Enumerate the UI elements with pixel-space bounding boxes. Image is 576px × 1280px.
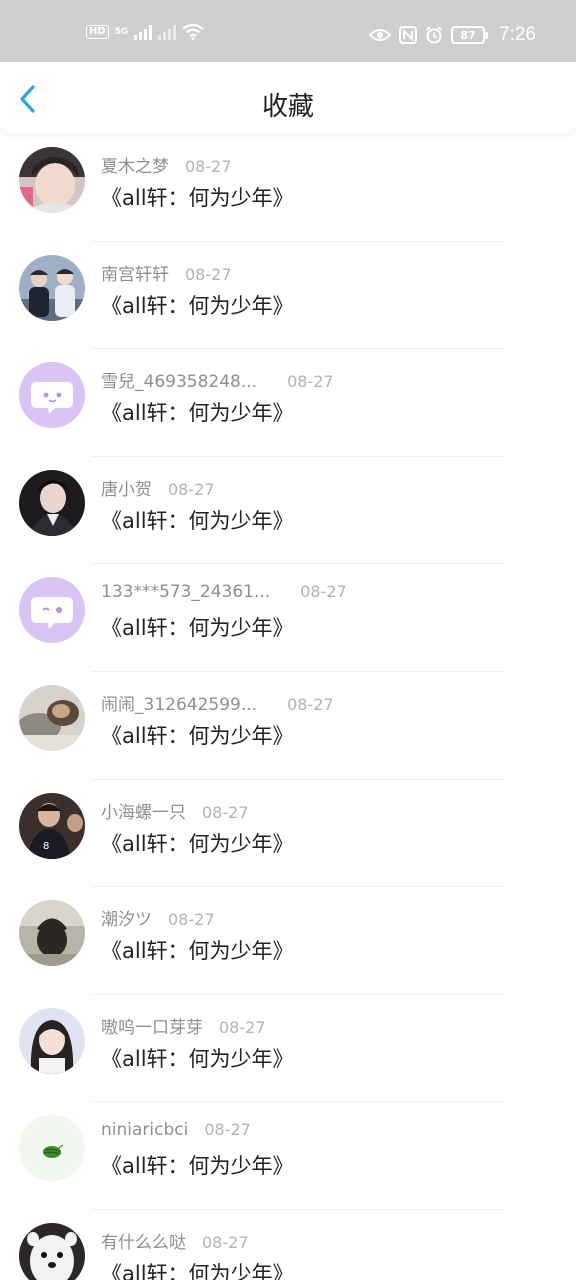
network-type: 5G xyxy=(114,27,129,37)
avatar[interactable] xyxy=(19,1222,85,1280)
status-right: 87 7:26 xyxy=(369,24,536,46)
avatar[interactable] xyxy=(19,900,85,967)
work-title[interactable]: 《all轩：何为少年》 xyxy=(101,1043,294,1073)
item-date: 08-27 xyxy=(202,802,249,822)
item-date: 08-27 xyxy=(185,157,232,176)
work-title[interactable]: 《all轩：何为少年》 xyxy=(101,1258,294,1280)
list-item[interactable]: 唐小贺 08-27 《all轩：何为少年》 xyxy=(0,457,576,565)
item-meta: 雪兒_469358248... 08-27 xyxy=(101,367,334,392)
user-name[interactable]: 嗷呜一口芽芽 xyxy=(101,1013,203,1038)
status-bar: HD 5G 87 7:26 xyxy=(0,0,576,62)
avatar[interactable] xyxy=(19,362,85,429)
item-meta: 夏木之梦 08-27 xyxy=(101,152,232,177)
item-meta: 小海螺一只 08-27 xyxy=(101,798,249,823)
user-name[interactable]: 有什么么哒 xyxy=(101,1228,186,1253)
avatar[interactable] xyxy=(19,684,85,751)
avatar[interactable] xyxy=(19,577,85,644)
work-title[interactable]: 《all轩：何为少年》 xyxy=(101,505,294,535)
item-date: 08-27 xyxy=(300,582,347,602)
default-avatar-icon xyxy=(19,362,85,429)
user-name[interactable]: 闹闹_312642599... xyxy=(101,690,257,715)
clock: 7:26 xyxy=(499,24,536,45)
watermelon-icon xyxy=(19,1115,85,1182)
item-meta: 闹闹_312642599... 08-27 xyxy=(101,690,334,715)
user-name[interactable]: 雪兒_469358248... xyxy=(101,367,257,392)
user-name[interactable]: 133***573_24361... xyxy=(101,582,270,602)
item-date: 08-27 xyxy=(204,1120,251,1140)
avatar[interactable] xyxy=(19,1007,85,1074)
work-title[interactable]: 《all轩：何为少年》 xyxy=(101,397,294,427)
item-date: 08-27 xyxy=(185,264,232,284)
avatar[interactable]: 8 xyxy=(19,792,85,859)
user-name[interactable]: 小海螺一只 xyxy=(101,798,186,823)
user-name[interactable]: niniaricbci xyxy=(101,1120,188,1140)
item-date: 08-27 xyxy=(168,479,215,499)
work-title[interactable]: 《all轩：何为少年》 xyxy=(101,828,294,858)
work-title[interactable]: 《all轩：何为少年》 xyxy=(101,720,294,750)
user-name[interactable]: 夏木之梦 xyxy=(101,152,169,177)
item-date: 08-27 xyxy=(168,910,215,930)
alarm-icon xyxy=(426,26,442,44)
avatar[interactable] xyxy=(19,469,85,536)
svg-text:8: 8 xyxy=(43,841,49,852)
item-date: 08-27 xyxy=(287,694,334,714)
status-left: HD 5G xyxy=(86,24,205,40)
item-meta: 唐小贺 08-27 xyxy=(101,475,215,500)
nfc-icon xyxy=(399,26,418,44)
item-meta: 南宫轩轩 08-27 xyxy=(101,260,232,285)
item-date: 08-27 xyxy=(219,1017,266,1037)
hd-indicator: HD xyxy=(86,25,109,39)
item-date: 08-27 xyxy=(287,372,334,392)
list-item[interactable]: 133***573_24361... 08-27 《all轩：何为少年》 xyxy=(0,564,576,672)
work-title[interactable]: 《all轩：何为少年》 xyxy=(101,290,294,320)
nav-header: 收藏 xyxy=(0,62,576,134)
list-item[interactable]: 有什么么哒 08-27 《all轩：何为少年》 xyxy=(0,1210,576,1280)
user-name[interactable]: 潮汐ツ xyxy=(101,905,152,930)
list-item[interactable]: 雪兒_469358248... 08-27 《all轩：何为少年》 xyxy=(0,349,576,457)
list-item[interactable]: 夏木之梦 08-27 《all轩：何为少年》 xyxy=(0,134,576,242)
default-avatar-icon xyxy=(19,577,85,644)
battery-icon: 87 xyxy=(451,26,489,44)
work-title[interactable]: 《all轩：何为少年》 xyxy=(101,935,294,965)
item-meta: 有什么么哒 08-27 xyxy=(101,1228,249,1253)
favorites-list: 夏木之梦 08-27 《all轩：何为少年》 南宫轩轩 08-27 《all轩：… xyxy=(0,134,576,1280)
avatar[interactable] xyxy=(19,1115,85,1182)
signal-icon xyxy=(134,24,153,40)
work-title[interactable]: 《all轩：何为少年》 xyxy=(101,1150,294,1180)
wifi-icon xyxy=(182,24,205,40)
item-meta: 133***573_24361... 08-27 xyxy=(101,582,347,602)
signal-2-icon xyxy=(158,24,177,40)
list-item[interactable]: 8 小海螺一只 08-27 《all轩：何为少年》 xyxy=(0,780,576,888)
eye-icon xyxy=(369,29,392,41)
list-item[interactable]: 南宫轩轩 08-27 《all轩：何为少年》 xyxy=(0,242,576,350)
user-name[interactable]: 南宫轩轩 xyxy=(101,260,169,285)
user-name[interactable]: 唐小贺 xyxy=(101,475,152,500)
list-item[interactable]: 闹闹_312642599... 08-27 《all轩：何为少年》 xyxy=(0,672,576,780)
item-meta: 潮汐ツ 08-27 xyxy=(101,905,215,930)
item-date: 08-27 xyxy=(202,1232,249,1252)
list-item[interactable]: 潮汐ツ 08-27 《all轩：何为少年》 xyxy=(0,887,576,995)
avatar[interactable] xyxy=(19,254,85,321)
avatar[interactable] xyxy=(19,147,85,213)
list-item[interactable]: niniaricbci 08-27 《all轩：何为少年》 xyxy=(0,1102,576,1210)
item-meta: niniaricbci 08-27 xyxy=(101,1120,251,1140)
list-item[interactable]: 嗷呜一口芽芽 08-27 《all轩：何为少年》 xyxy=(0,995,576,1103)
work-title[interactable]: 《all轩：何为少年》 xyxy=(101,182,294,212)
work-title[interactable]: 《all轩：何为少年》 xyxy=(101,612,294,642)
item-meta: 嗷呜一口芽芽 08-27 xyxy=(101,1013,266,1038)
page-title: 收藏 xyxy=(261,92,314,122)
